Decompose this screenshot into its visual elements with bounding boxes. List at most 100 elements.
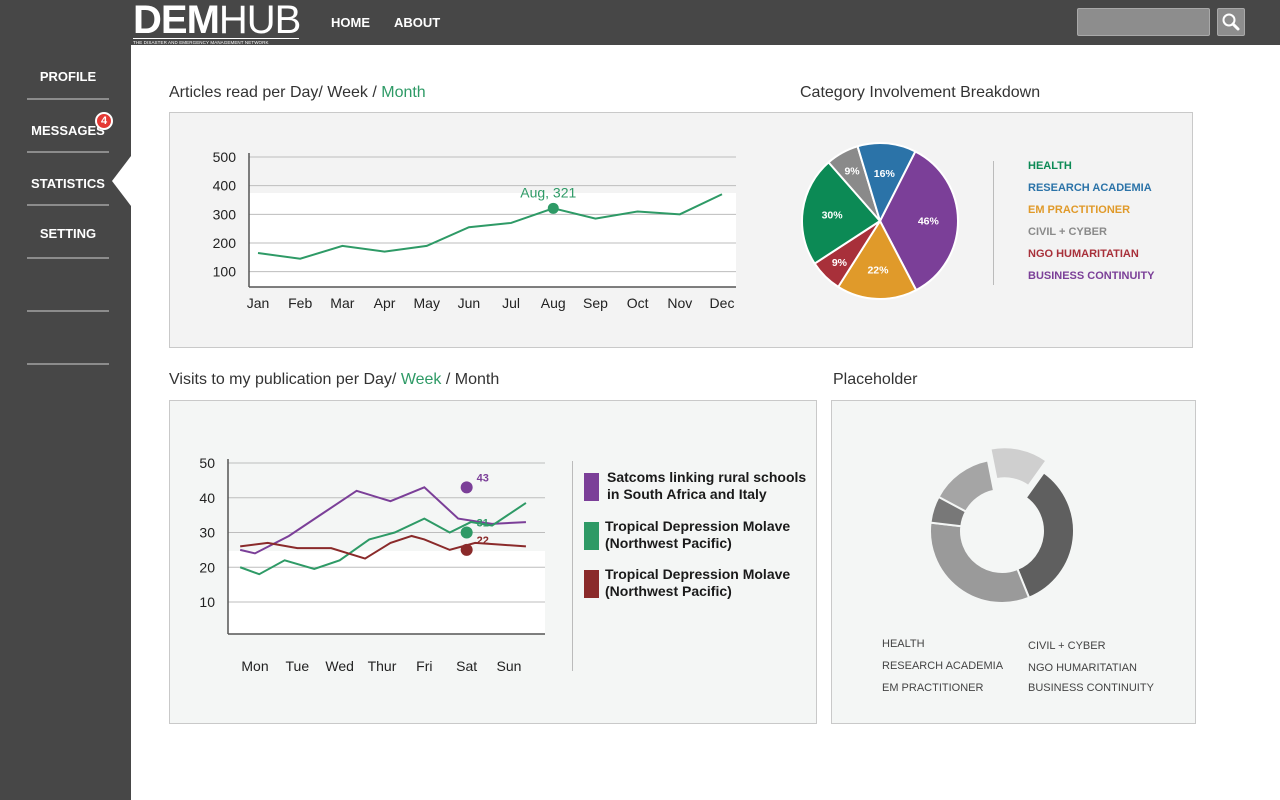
y-tick-label: 10 <box>199 594 215 610</box>
x-tick-label: Jul <box>502 295 520 311</box>
series-marker-label: 43 <box>477 472 489 484</box>
y-tick-label: 50 <box>199 455 215 471</box>
series-marker-label: 22 <box>477 535 489 547</box>
chart-plot-area <box>228 551 545 634</box>
legend-divider <box>993 161 994 285</box>
donut-slice <box>929 521 1031 604</box>
series-marker <box>460 526 473 539</box>
x-tick-label: Sat <box>456 658 477 674</box>
slice-label: 46% <box>918 216 940 228</box>
placeholder-legend-item: HEALTH <box>882 638 925 650</box>
category-legend-item[interactable]: CIVIL + CYBER <box>1028 226 1107 238</box>
sidebar-divider <box>27 98 109 100</box>
articles-line-chart: 100 200 300 400 500 Jan Feb Mar Apr May Jun Jul Aug S… <box>213 149 736 311</box>
sidebar-divider <box>27 310 109 312</box>
chart-plot-area <box>249 193 736 287</box>
y-tick-label: 200 <box>213 235 237 251</box>
category-legend-item[interactable]: BUSINESS CONTINUITY <box>1028 270 1155 282</box>
x-tick-label: Wed <box>325 658 354 674</box>
slice-label: 22% <box>867 264 889 276</box>
visits-legend-label: Satcoms linking rural schools <box>607 469 807 485</box>
category-legend-item[interactable]: HEALTH <box>1028 160 1072 172</box>
x-tick-label: Thur <box>368 658 397 674</box>
x-tick-label: Oct <box>627 295 649 311</box>
x-tick-label: Feb <box>288 295 312 311</box>
visits-line-chart: 10 20 30 40 50 Mon Tue Wed Thur Fri Sat Sun 43 31 22 <box>199 455 545 674</box>
top-navigation-bar: DEMHUB THE DISASTER AND EMERGENCY MANAGE… <box>0 0 1280 45</box>
series-marker <box>460 481 473 494</box>
category-chart-title: Category Involvement Breakdown <box>800 84 1041 101</box>
legend-divider <box>572 461 573 671</box>
slice-label: 30% <box>822 209 844 221</box>
placeholder-legend-item: NGO HUMARITATIAN <box>1028 662 1137 674</box>
category-legend-item[interactable]: EM PRACTITIONER <box>1028 204 1130 216</box>
visits-legend-label: Tropical Depression Molave <box>605 566 791 582</box>
x-tick-label: Fri <box>416 658 432 674</box>
y-tick-label: 20 <box>199 559 215 575</box>
legend-swatch <box>584 473 599 501</box>
placeholder-donut-chart <box>929 446 1075 604</box>
slice-label: 16% <box>874 168 896 180</box>
category-pie-chart: 46% 22% 9% 30% 9% 16% <box>801 142 959 300</box>
logo-wordmark: DEMHUB <box>133 0 301 42</box>
sidebar-divider <box>27 363 109 365</box>
search-button[interactable] <box>1217 8 1245 36</box>
visits-legend-label: Tropical Depression Molave <box>605 518 791 534</box>
category-legend-item[interactable]: RESEARCH ACADEMIA <box>1028 182 1152 194</box>
visits-chart-title: Visits to my publication per Day/ Week /… <box>169 371 500 388</box>
active-item-indicator <box>112 156 131 206</box>
series-marker-label: 31 <box>477 518 489 530</box>
visits-legend-label: in South Africa and Italy <box>607 486 767 502</box>
category-legend-item[interactable]: NGO HUMARITATIAN <box>1028 248 1139 260</box>
y-tick-label: 500 <box>213 149 237 165</box>
sidebar-item-setting[interactable]: SETTING <box>27 226 109 241</box>
highlight-marker <box>547 202 559 214</box>
placeholder-title: Placeholder <box>833 371 918 388</box>
y-tick-label: 40 <box>199 490 215 506</box>
top-panel: 100 200 300 400 500 Jan Feb Mar Apr May Jun Jul Aug S… <box>169 112 1193 348</box>
x-tick-label: Sep <box>583 295 608 311</box>
search-input[interactable] <box>1077 8 1210 36</box>
legend-swatch <box>584 570 599 598</box>
x-tick-label: Tue <box>286 658 310 674</box>
x-tick-label: Apr <box>374 295 396 311</box>
search-icon <box>1222 13 1240 31</box>
placeholder-legend-item: RESEARCH ACADEMIA <box>882 660 1004 672</box>
y-tick-label: 100 <box>213 264 237 280</box>
week-toggle[interactable]: Week <box>401 371 442 388</box>
sidebar-divider <box>27 204 109 206</box>
x-tick-label: Mon <box>241 658 268 674</box>
demhub-logo[interactable]: DEMHUB THE DISASTER AND EMERGENCY MANAGE… <box>133 0 301 45</box>
sidebar-divider <box>27 151 109 153</box>
logo-tagline: THE DISASTER AND EMERGENCY MANAGEMENT NE… <box>133 38 299 45</box>
x-tick-label: Nov <box>667 295 692 311</box>
y-tick-label: 300 <box>213 206 237 222</box>
placeholder-legend-item: BUSINESS CONTINUITY <box>1028 682 1154 694</box>
month-toggle[interactable]: Month <box>381 84 425 101</box>
x-tick-label: Jun <box>458 295 481 311</box>
legend-swatch <box>584 522 599 550</box>
series-marker <box>460 543 473 556</box>
nav-home-link[interactable]: HOME <box>331 15 370 30</box>
sidebar-item-profile[interactable]: PROFILE <box>27 69 109 84</box>
x-tick-label: Dec <box>710 295 735 311</box>
x-tick-label: Aug <box>541 295 566 311</box>
placeholder-legend-item: CIVIL + CYBER <box>1028 640 1106 652</box>
sidebar-divider <box>27 257 109 259</box>
placeholder-legend-item: EM PRACTITIONER <box>882 682 984 694</box>
y-tick-label: 400 <box>213 178 237 194</box>
visits-legend-label: (Northwest Pacific) <box>605 583 732 599</box>
annotation-label: Aug, 321 <box>520 184 576 200</box>
nav-about-link[interactable]: ABOUT <box>394 15 440 30</box>
donut-slice <box>1016 471 1075 600</box>
placeholder-panel: HEALTH RESEARCH ACADEMIA EM PRACTITIONER… <box>831 400 1196 724</box>
visits-panel: 10 20 30 40 50 Mon Tue Wed Thur Fri Sat Sun 43 31 22 S… <box>169 400 817 724</box>
y-tick-label: 30 <box>199 525 215 541</box>
messages-count-badge: 4 <box>95 112 113 130</box>
articles-chart-title: Articles read per Day/ Week / Month <box>169 84 426 101</box>
x-tick-label: Mar <box>330 295 354 311</box>
sidebar-item-statistics[interactable]: STATISTICS <box>27 176 109 191</box>
x-tick-label: Jan <box>247 295 270 311</box>
visits-legend-label: (Northwest Pacific) <box>605 535 732 551</box>
slice-label: 9% <box>832 257 848 269</box>
